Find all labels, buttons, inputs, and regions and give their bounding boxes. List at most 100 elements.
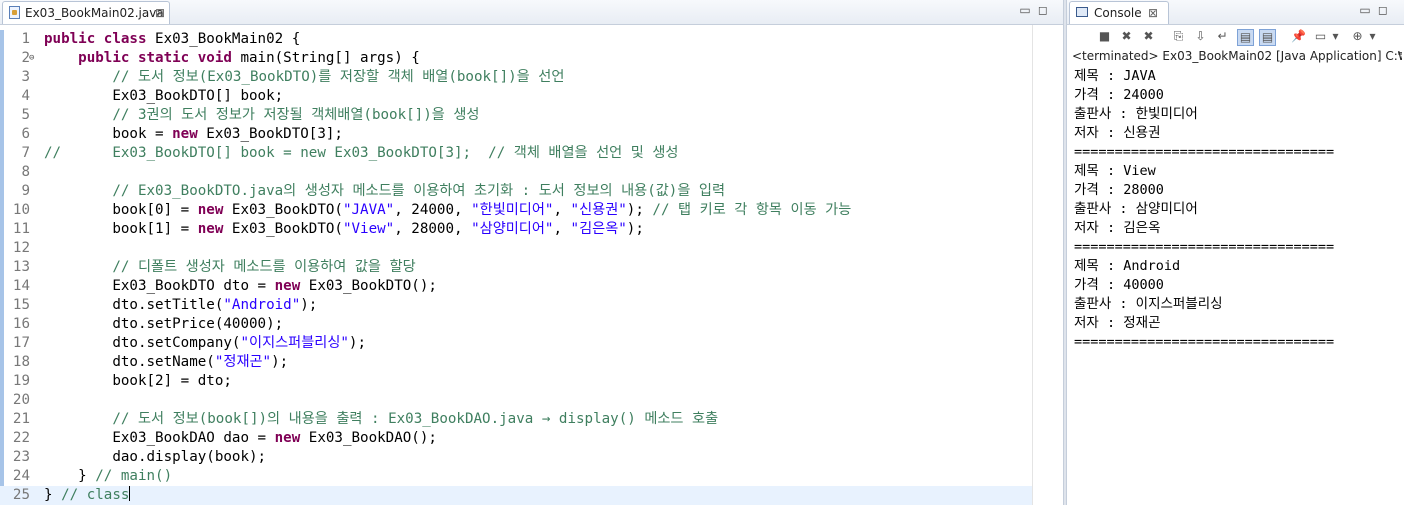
code-text: // 도서 정보(Ex03_BookDTO)를 저장할 객체 배열(book[]…	[44, 68, 564, 87]
comment-token: // main()	[95, 468, 173, 484]
code-line[interactable]: 8	[0, 163, 1032, 182]
line-number: 16	[12, 316, 30, 332]
console-output-line: 출판사 : 이지스퍼블리싱	[1074, 296, 1223, 312]
code-token: );	[348, 335, 367, 351]
console-toolbar: ■ ✖ ✖ ⎘ ⇩ ↵ ▤ ▤ 📌 ▭ ▾ ⊕ ▾	[1067, 25, 1404, 49]
line-number: 25	[12, 487, 30, 503]
java-file-icon	[9, 6, 20, 19]
code-text: dto.setTitle("Android");	[44, 296, 317, 315]
minimize-icon[interactable]: ▭	[1358, 3, 1372, 17]
code-text: // Ex03_BookDTO[] book = new Ex03_BookDT…	[44, 144, 678, 163]
display-dropdown-icon[interactable]: ▾	[1331, 29, 1340, 44]
fold-collapse-icon[interactable]: ⊖	[29, 49, 34, 68]
console-output-line: 제목 : View	[1074, 163, 1156, 179]
code-token: Ex03_BookDTO[3];	[197, 126, 343, 142]
editor-tab-ex03-bookmain02[interactable]: Ex03_BookMain02.java ⊠	[2, 1, 170, 24]
new-dropdown-icon[interactable]: ▾	[1368, 29, 1377, 44]
editor-tab-title: Ex03_BookMain02.java	[25, 6, 164, 20]
console-output[interactable]: 제목 : JAVA 가격 : 24000 출판사 : 한빛미디어 저자 : 신용권 ==…	[1074, 67, 1404, 352]
overview-ruler[interactable]	[1032, 25, 1064, 505]
keyword-token: new	[172, 126, 198, 142]
close-tab-icon[interactable]: ⊠	[1148, 2, 1158, 24]
code-token: Ex03_BookDTO(	[223, 221, 343, 237]
keyword-token: public	[44, 31, 96, 47]
code-text: // Ex03_BookDTO.java의 생성자 메소드를 이용하여 초기화 …	[44, 182, 725, 201]
code-line[interactable]: 1 public class Ex03_BookMain02 {	[0, 30, 1032, 49]
code-text: book = new Ex03_BookDTO[3];	[44, 125, 343, 144]
code-line[interactable]: 7 // Ex03_BookDTO[] book = new Ex03_BookD…	[0, 144, 1032, 163]
string-token: "이지스퍼블리싱"	[240, 335, 349, 351]
keyword-token: public	[78, 50, 130, 66]
code-token: Ex03_BookMain02 {	[146, 31, 301, 47]
keyword-token: new	[274, 430, 301, 446]
code-line[interactable]: 10 book[0] = new Ex03_BookDTO("JAVA", 24…	[0, 201, 1032, 220]
code-line[interactable]: 11 book[1] = new Ex03_BookDTO("View", 28…	[0, 220, 1032, 239]
console-output-line: 가격 : 24000	[1074, 87, 1164, 103]
line-number: 8	[21, 164, 30, 180]
console-output-line: 가격 : 28000	[1074, 182, 1164, 198]
code-token: , 28000,	[394, 221, 472, 237]
line-number: 9	[21, 183, 30, 199]
show-stderr-icon[interactable]: ▤	[1259, 29, 1276, 46]
display-console-icon[interactable]: ▭	[1313, 29, 1328, 44]
code-text: dao.display(book);	[44, 448, 266, 467]
code-line[interactable]: 14 Ex03_BookDTO dto = new Ex03_BookDTO()…	[0, 277, 1032, 296]
comment-token: // Ex03_BookDTO[] book = new Ex03_BookDT…	[44, 145, 679, 161]
code-text: Ex03_BookDTO[] book;	[44, 87, 283, 106]
code-line[interactable]: 20	[0, 391, 1032, 410]
code-line[interactable]: 19 book[2] = dto;	[0, 372, 1032, 391]
code-line[interactable]: 24 } // main()	[0, 467, 1032, 486]
code-line[interactable]: 5 // 3권의 도서 정보가 저장될 객체배열(book[])을 생성	[0, 106, 1032, 125]
code-token: Ex03_BookDAO dao =	[44, 430, 275, 446]
scroll-lock-icon[interactable]: ⇩	[1193, 29, 1208, 44]
maximize-icon[interactable]: ◻	[1376, 3, 1390, 17]
code-line[interactable]: 3 // 도서 정보(Ex03_BookDTO)를 저장할 객체 배열(book…	[0, 68, 1032, 87]
code-line[interactable]: 6 book = new Ex03_BookDTO[3];	[0, 125, 1032, 144]
pin-console-icon[interactable]: 📌	[1291, 29, 1306, 44]
new-console-icon[interactable]: ⊕	[1350, 29, 1365, 44]
close-tab-icon[interactable]: ⊠	[155, 2, 165, 24]
stop-icon[interactable]: ■	[1097, 29, 1112, 44]
console-output-line: 제목 : Android	[1074, 258, 1181, 274]
code-line[interactable]: 22 Ex03_BookDAO dao = new Ex03_BookDAO()…	[0, 429, 1032, 448]
line-number: 11	[12, 221, 30, 237]
line-number: 4	[21, 88, 30, 104]
maximize-icon[interactable]: ◻	[1036, 3, 1050, 17]
code-line[interactable]: 15 dto.setTitle("Android");	[0, 296, 1032, 315]
line-number: 15	[12, 297, 30, 313]
remove-all-icon[interactable]: ✖	[1141, 29, 1156, 44]
code-line[interactable]: 21 // 도서 정보(book[])의 내용을 출력 : Ex03_BookD…	[0, 410, 1032, 429]
comment-token: // 도서 정보(Ex03_BookDTO)를 저장할 객체 배열(book[]…	[112, 69, 565, 85]
code-line[interactable]: 2 ⊖ public static void main(String[] args…	[0, 49, 1032, 68]
console-output-line: 출판사 : 삼양미디어	[1074, 201, 1198, 217]
code-line[interactable]: 17 dto.setCompany("이지스퍼블리싱");	[0, 334, 1032, 353]
code-line[interactable]: 23 dao.display(book);	[0, 448, 1032, 467]
code-line[interactable]: 16 dto.setPrice(40000);	[0, 315, 1032, 334]
word-wrap-icon[interactable]: ↵	[1215, 29, 1230, 44]
string-token: "JAVA"	[342, 202, 395, 218]
code-token: ,	[553, 221, 571, 237]
line-number: 13	[12, 259, 30, 275]
code-line[interactable]: 4 Ex03_BookDTO[] book;	[0, 87, 1032, 106]
code-line[interactable]: 18 dto.setName("정재곤");	[0, 353, 1032, 372]
string-token: "삼양미디어"	[471, 221, 554, 237]
code-line[interactable]: 9 // Ex03_BookDTO.java의 생성자 메소드를 이용하여 초기…	[0, 182, 1032, 201]
code-token: , 24000,	[394, 202, 472, 218]
line-number: 18	[12, 354, 30, 370]
minimize-icon[interactable]: ▭	[1018, 3, 1032, 17]
code-text: // 3권의 도서 정보가 저장될 객체배열(book[])을 생성	[44, 106, 479, 125]
console-window-controls: ▭ ◻	[1358, 3, 1390, 17]
show-stdout-icon[interactable]: ▤	[1237, 29, 1254, 46]
remove-launch-icon[interactable]: ✖	[1119, 29, 1134, 44]
console-tab[interactable]: Console ⊠	[1069, 1, 1169, 24]
clear-console-icon[interactable]: ⎘	[1171, 29, 1186, 44]
code-line[interactable]: 13 // 디폴트 생성자 메소드를 이용하여 값을 할당	[0, 258, 1032, 277]
console-output-line: 저자 : 신용권	[1074, 125, 1161, 141]
code-line[interactable]: 12	[0, 239, 1032, 258]
code-line[interactable]: 25} // class	[0, 486, 1032, 505]
line-number: 23	[12, 449, 30, 465]
code-text-area[interactable]: 1 public class Ex03_BookMain02 {2 ⊖ public…	[0, 30, 1032, 505]
